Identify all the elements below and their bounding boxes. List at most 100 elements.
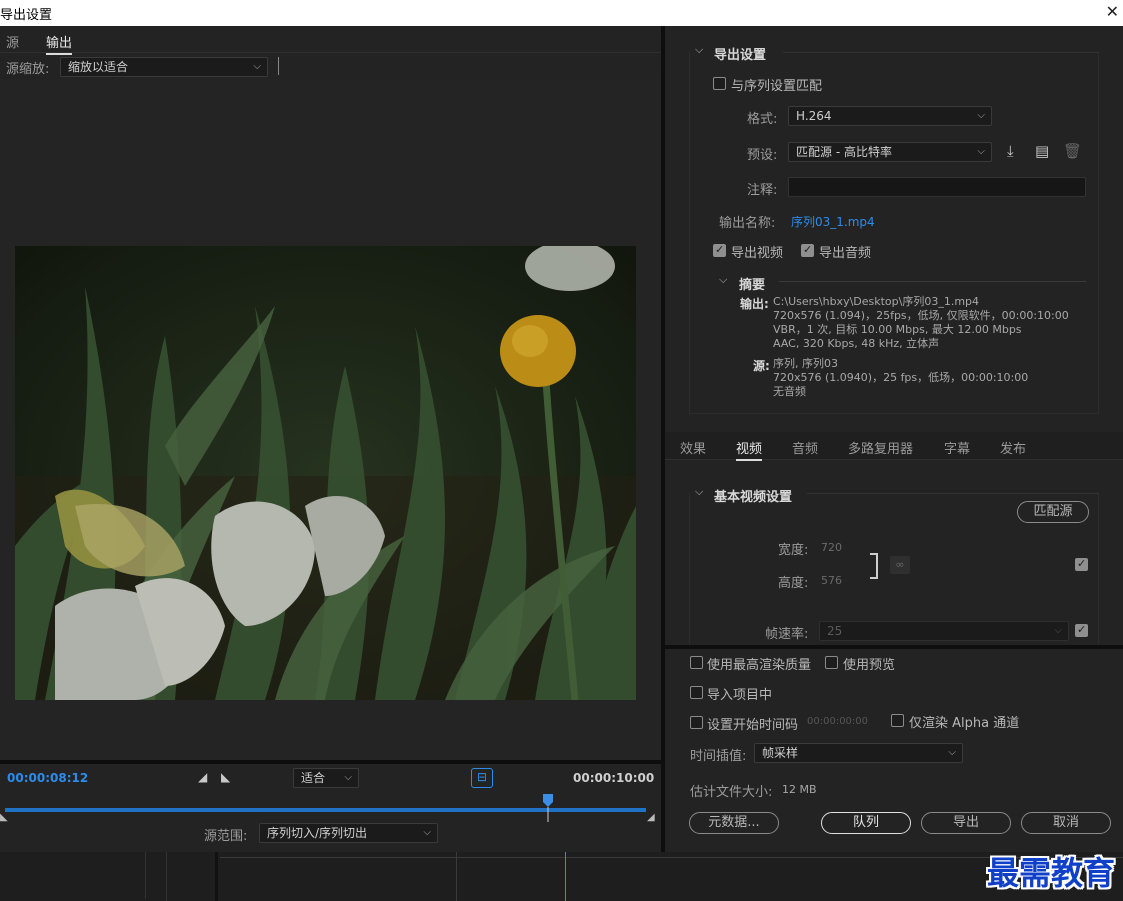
preview-tabs: 源 输出: [0, 26, 661, 55]
background-divider: [456, 852, 457, 901]
current-time[interactable]: 00:00:08:12: [7, 771, 88, 785]
source-summary-label: 源:: [753, 359, 770, 373]
range-label: 源范围:: [204, 829, 248, 844]
title-bar: 导出设置 ✕: [0, 0, 1123, 26]
tab-output[interactable]: 输出: [46, 32, 73, 55]
comment-input[interactable]: [788, 177, 1086, 197]
tab-video[interactable]: 视频: [736, 438, 763, 461]
use-preview-label: 使用预览: [843, 658, 896, 673]
interp-dropdown[interactable]: 帧采样 ⌵: [754, 743, 963, 763]
timeline-separator: [0, 760, 661, 764]
cancel-button[interactable]: 取消: [1021, 812, 1111, 834]
playhead-handle[interactable]: [542, 794, 554, 822]
interp-label: 时间插值:: [690, 749, 747, 764]
width-value[interactable]: 720: [821, 541, 842, 554]
chevron-down-icon: ⌵: [977, 146, 985, 157]
match-sequence-label: 与序列设置匹配: [731, 79, 823, 94]
export-settings-title: 导出设置: [714, 48, 767, 63]
export-audio-checkbox[interactable]: [801, 243, 814, 257]
background-panel: [166, 852, 218, 901]
max-render-checkbox[interactable]: [690, 656, 703, 669]
output-name-label: 输出名称:: [719, 216, 776, 231]
output-summary-line: 720x576 (1.094)，25fps，低场, 仅限软件，00:00:10:…: [773, 309, 1069, 322]
preset-value: 匹配源 - 高比特率: [796, 145, 892, 159]
timecode-value[interactable]: 00:00:00:00: [807, 716, 868, 727]
queue-button[interactable]: 队列: [821, 812, 911, 834]
out-point-icon[interactable]: ◢: [647, 812, 655, 823]
fps-checkbox[interactable]: [1075, 623, 1088, 637]
match-sequence-checkbox[interactable]: [713, 77, 726, 90]
preset-label: 预设:: [747, 148, 778, 163]
tab-audio[interactable]: 音频: [792, 438, 818, 457]
tab-source[interactable]: 源: [6, 32, 19, 51]
format-label: 格式:: [747, 112, 778, 127]
import-project-label: 导入项目中: [707, 688, 773, 703]
output-name-link[interactable]: 序列03_1.mp4: [791, 213, 875, 230]
video-settings-title: 基本视频设置: [714, 490, 793, 505]
zoom-value: 适合: [301, 771, 326, 785]
mark-out-icon[interactable]: ◣: [221, 770, 230, 784]
range-dropdown[interactable]: 序列切入/序列切出 ⌵: [259, 823, 438, 843]
height-label: 高度:: [778, 576, 809, 591]
set-timecode-checkbox[interactable]: [690, 716, 703, 729]
export-button[interactable]: 导出: [921, 812, 1011, 834]
tulip-image: [15, 246, 636, 700]
import-project-checkbox[interactable]: [690, 686, 703, 699]
tab-multiplexer[interactable]: 多路复用器: [848, 438, 913, 457]
tab-effects[interactable]: 效果: [680, 438, 706, 457]
in-point-icon[interactable]: ◣: [0, 812, 8, 823]
tab-publish[interactable]: 发布: [1000, 438, 1026, 457]
format-dropdown[interactable]: H.264 ⌵: [788, 106, 992, 126]
filesize-label: 估计文件大小:: [690, 785, 773, 800]
metadata-button[interactable]: 元数据...: [689, 812, 779, 834]
preview-panel: 源 输出 源缩放: 缩放以适合 ⌵ 00:00:08:12 ◢ ◣ 适合 ⌵ ⊟…: [0, 26, 661, 852]
fit-frame-icon[interactable]: ⊟: [471, 768, 493, 788]
output-summary-line: VBR，1 次, 目标 10.00 Mbps, 最大 12.00 Mbps: [773, 323, 1022, 336]
link-icon[interactable]: ∞: [890, 556, 910, 574]
tab-captions[interactable]: 字幕: [944, 438, 970, 457]
filesize-value: 12 MB: [782, 783, 817, 796]
divider: [807, 493, 1099, 494]
fps-dropdown[interactable]: 25 ⌵: [819, 621, 1069, 641]
fps-value: 25: [827, 624, 843, 638]
background-panel: [0, 852, 146, 899]
mark-in-icon[interactable]: ◢: [198, 770, 207, 784]
width-height-checkbox[interactable]: [1075, 557, 1088, 571]
output-summary-line: C:\Users\hbxy\Desktop\序列03_1.mp4: [773, 295, 980, 308]
scale-dropdown[interactable]: 缩放以适合 ⌵: [60, 57, 268, 77]
video-preview: [0, 79, 661, 760]
window-title: 导出设置: [0, 8, 53, 23]
import-preset-icon[interactable]: ▤: [1035, 142, 1049, 160]
preset-dropdown[interactable]: 匹配源 - 高比特率 ⌵: [788, 142, 992, 162]
separator: [278, 57, 279, 75]
section-divider: [665, 645, 1123, 649]
fps-label: 帧速率:: [765, 627, 809, 642]
use-preview-checkbox[interactable]: [825, 656, 838, 669]
set-timecode-label: 设置开始时间码: [707, 718, 799, 733]
match-source-button[interactable]: 匹配源: [1017, 501, 1089, 523]
export-audio-label: 导出音频: [819, 246, 872, 261]
source-summary-line: 序列, 序列03: [773, 357, 838, 370]
background-playhead: [565, 852, 566, 901]
close-icon[interactable]: ✕: [1106, 2, 1119, 21]
save-preset-icon[interactable]: ⤓: [1007, 142, 1014, 160]
scale-label: 源缩放:: [6, 62, 50, 77]
chevron-down-icon: ⌵: [948, 747, 956, 758]
alpha-only-checkbox[interactable]: [891, 714, 904, 727]
export-video-checkbox[interactable]: [713, 243, 726, 257]
zoom-dropdown[interactable]: 适合 ⌵: [293, 768, 359, 788]
chevron-down-icon: ⌵: [1054, 625, 1062, 636]
background-timeline: [0, 852, 1123, 901]
comment-label: 注释:: [747, 183, 778, 198]
height-value[interactable]: 576: [821, 574, 842, 587]
chevron-down-icon[interactable]: ⌵: [719, 273, 727, 287]
source-summary-line: 720x576 (1.0940)，25 fps，低场，00:00:10:00: [773, 371, 1029, 384]
chevron-down-icon[interactable]: ⌵: [695, 485, 703, 499]
chevron-down-icon[interactable]: ⌵: [695, 43, 703, 57]
output-summary-line: AAC, 320 Kbps, 48 kHz, 立体声: [773, 337, 940, 350]
link-bracket: [870, 553, 878, 579]
summary-title: 摘要: [739, 278, 766, 293]
chevron-down-icon: ⌵: [344, 772, 352, 783]
settings-panel: ⌵ 导出设置 与序列设置匹配 格式: H.264 ⌵ 预设: 匹配源 - 高比特…: [665, 26, 1123, 852]
delete-preset-icon[interactable]: 🗑: [1063, 142, 1082, 160]
